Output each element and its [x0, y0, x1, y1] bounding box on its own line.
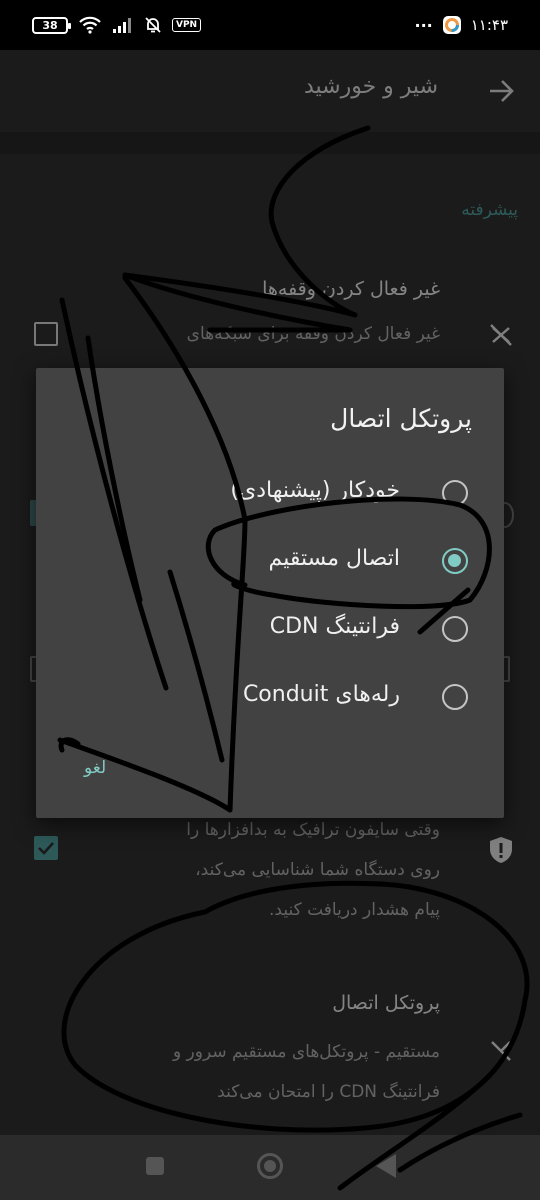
navigation-bar — [0, 1135, 540, 1200]
connection-protocol-dialog: پروتکل اتصال خودکار (پیشنهادی) اتصال مست… — [36, 368, 504, 818]
app-notification-icon — [442, 16, 461, 34]
radio-button[interactable] — [442, 480, 468, 506]
more-notifications-icon: ··· — [414, 15, 433, 35]
cancel-button[interactable]: لغو — [84, 758, 106, 778]
option-conduit-relays[interactable]: رله‌های Conduit — [36, 664, 504, 728]
option-direct[interactable]: اتصال مستقیم — [36, 528, 504, 592]
vpn-icon: VPN — [172, 18, 202, 32]
option-label: رله‌های Conduit — [242, 682, 400, 707]
recents-icon[interactable] — [146, 1157, 164, 1175]
battery-level: 38 — [42, 18, 58, 32]
signal-icon — [113, 18, 131, 33]
status-icons-right: ··· ۱۱:۴۳ — [414, 12, 508, 38]
clock: ۱۱:۴۳ — [470, 16, 508, 34]
status-icons-left: 38 VPN — [32, 12, 202, 38]
muted-bell-icon — [145, 17, 161, 33]
option-cdn-fronting[interactable]: فرانتینگ CDN — [36, 596, 504, 660]
option-label: فرانتینگ CDN — [269, 614, 400, 639]
battery-icon: 38 — [32, 16, 71, 34]
dialog-title: پروتکل اتصال — [330, 404, 472, 433]
back-triangle-icon[interactable] — [376, 1154, 396, 1178]
option-label: خودکار (پیشنهادی) — [230, 478, 400, 503]
home-icon[interactable] — [257, 1153, 283, 1179]
wifi-icon — [79, 16, 101, 34]
radio-button[interactable] — [442, 684, 468, 710]
option-automatic[interactable]: خودکار (پیشنهادی) — [36, 460, 504, 524]
status-bar: 38 VPN ··· ۱۱:۴۳ — [0, 0, 540, 50]
radio-button-selected[interactable] — [442, 548, 468, 574]
radio-button[interactable] — [442, 616, 468, 642]
option-label: اتصال مستقیم — [268, 546, 400, 571]
